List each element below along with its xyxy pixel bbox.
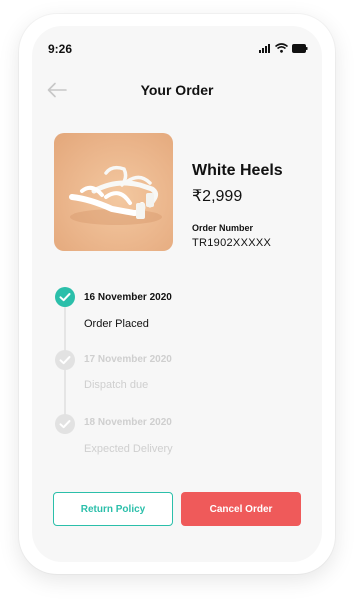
header: Your Order [32,78,322,104]
step-3-label: Expected Delivery [84,443,173,455]
status-time: 9:26 [48,42,73,56]
status-bar: 9:26 [32,26,322,68]
signal-icon [259,43,270,53]
step-1-check-icon [55,287,75,307]
white-heels-image [69,165,162,225]
step-3-check-icon [55,414,75,434]
battery-icon [292,43,308,53]
status-icons [259,43,308,53]
phone-screen: 9:26 Your Order White Heels ₹2,999 Order… [32,26,322,562]
product-image [54,133,173,251]
step-2-date: 17 November 2020 [84,354,172,365]
step-2-label: Dispatch due [84,379,149,391]
step-3-date: 18 November 2020 [84,417,172,428]
product-price: ₹2,999 [192,188,243,205]
product-name: White Heels [192,162,283,179]
cancel-order-button[interactable]: Cancel Order [181,492,301,526]
order-number-value: TR1902XXXXX [192,237,272,249]
step-1-date: 16 November 2020 [84,292,172,303]
page-title: Your Order [140,82,214,98]
order-number-label: Order Number [192,223,254,233]
wifi-icon [275,43,288,53]
step-2-check-icon [55,350,75,370]
step-1-label: Order Placed [84,318,149,330]
return-policy-button[interactable]: Return Policy [53,492,173,526]
